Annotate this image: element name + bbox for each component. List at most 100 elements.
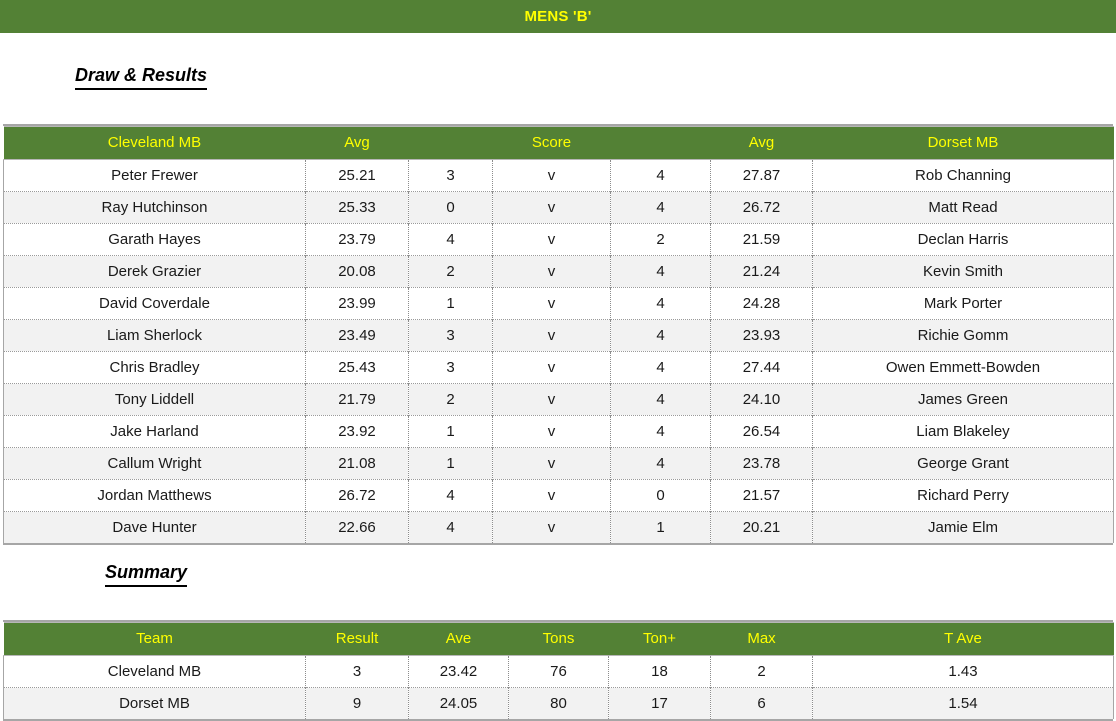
cell-away-score: 0	[610, 479, 711, 512]
cell-away-avg: 24.28	[710, 287, 813, 320]
cell-ton-plus: 17	[608, 687, 711, 719]
cell-away-avg: 26.54	[710, 415, 813, 448]
col-header-away-avg: Avg	[710, 126, 813, 160]
cell-home-player: Ray Hutchinson	[3, 191, 306, 224]
cell-team: Dorset MB	[3, 687, 306, 719]
cell-home-score: 4	[408, 511, 493, 543]
page-title: MENS 'B'	[524, 8, 592, 25]
cell-away-score: 1	[610, 511, 711, 543]
cell-tons: 76	[508, 655, 609, 688]
cell-away-player: Jamie Elm	[812, 511, 1114, 543]
table-row: Liam Sherlock 23.49 3 v 4 23.93 Richie Gomm	[3, 319, 1114, 352]
col-header-home-avg: Avg	[305, 126, 409, 160]
draw-results-heading-wrap: Draw & Results	[75, 65, 208, 90]
cell-away-player: Owen Emmett-Bowden	[812, 351, 1114, 384]
cell-away-avg: 20.21	[710, 511, 813, 543]
cell-away-avg: 21.59	[710, 223, 813, 256]
col-header-blank-left	[408, 126, 493, 160]
cell-home-score: 1	[408, 287, 493, 320]
draw-table-header-row: Cleveland MB Avg Score Avg Dorset MB	[3, 126, 1114, 160]
table-row: Cleveland MB 3 23.42 76 18 2 1.43	[3, 655, 1114, 688]
cell-ave: 23.42	[408, 655, 509, 688]
col-header-team: Team	[3, 622, 306, 656]
cell-away-score: 4	[610, 351, 711, 384]
cell-home-avg: 25.21	[305, 159, 409, 192]
cell-home-score: 4	[408, 223, 493, 256]
cell-versus: v	[492, 447, 611, 480]
cell-home-player: Jake Harland	[3, 415, 306, 448]
table-row: Jake Harland 23.92 1 v 4 26.54 Liam Blakeley	[3, 415, 1114, 448]
cell-away-player: George Grant	[812, 447, 1114, 480]
cell-versus: v	[492, 255, 611, 288]
col-header-max: Max	[710, 622, 813, 656]
cell-away-score: 4	[610, 255, 711, 288]
cell-home-player: Peter Frewer	[3, 159, 306, 192]
cell-versus: v	[492, 479, 611, 512]
col-header-ton-plus: Ton+	[608, 622, 711, 656]
cell-away-score: 4	[610, 383, 711, 416]
summary-heading: Summary	[105, 562, 188, 587]
cell-away-avg: 27.44	[710, 351, 813, 384]
cell-away-player: Declan Harris	[812, 223, 1114, 256]
cell-home-avg: 20.08	[305, 255, 409, 288]
cell-away-player: Matt Read	[812, 191, 1114, 224]
col-header-t-ave: T Ave	[812, 622, 1114, 656]
cell-home-player: Chris Bradley	[3, 351, 306, 384]
cell-away-avg: 27.87	[710, 159, 813, 192]
cell-home-score: 1	[408, 415, 493, 448]
cell-ave: 24.05	[408, 687, 509, 719]
table-row: Garath Hayes 23.79 4 v 2 21.59 Declan Harris	[3, 223, 1114, 256]
cell-home-avg: 23.49	[305, 319, 409, 352]
table-row: David Coverdale 23.99 1 v 4 24.28 Mark Porter	[3, 287, 1114, 320]
cell-home-score: 3	[408, 351, 493, 384]
cell-home-score: 1	[408, 447, 493, 480]
cell-away-score: 4	[610, 415, 711, 448]
cell-home-score: 3	[408, 159, 493, 192]
cell-home-score: 3	[408, 319, 493, 352]
cell-away-score: 4	[610, 159, 711, 192]
cell-tons: 80	[508, 687, 609, 719]
cell-away-score: 4	[610, 191, 711, 224]
cell-versus: v	[492, 511, 611, 543]
cell-away-player: Richard Perry	[812, 479, 1114, 512]
cell-home-player: Derek Grazier	[3, 255, 306, 288]
cell-away-score: 4	[610, 319, 711, 352]
cell-home-score: 0	[408, 191, 493, 224]
draw-results-table-wrap: Cleveland MB Avg Score Avg Dorset MB Pet…	[3, 124, 1114, 545]
cell-home-avg: 25.43	[305, 351, 409, 384]
col-header-score: Score	[492, 126, 611, 160]
cell-versus: v	[492, 287, 611, 320]
cell-max: 2	[710, 655, 813, 688]
cell-away-avg: 23.78	[710, 447, 813, 480]
cell-home-avg: 23.79	[305, 223, 409, 256]
cell-home-avg: 25.33	[305, 191, 409, 224]
cell-away-player: Kevin Smith	[812, 255, 1114, 288]
cell-away-player: Rob Channing	[812, 159, 1114, 192]
cell-max: 6	[710, 687, 813, 719]
cell-versus: v	[492, 319, 611, 352]
cell-home-avg: 26.72	[305, 479, 409, 512]
cell-away-avg: 23.93	[710, 319, 813, 352]
cell-home-player: Jordan Matthews	[3, 479, 306, 512]
cell-home-avg: 21.79	[305, 383, 409, 416]
col-header-result: Result	[305, 622, 409, 656]
cell-home-score: 2	[408, 255, 493, 288]
cell-result: 9	[305, 687, 409, 719]
summary-table: Team Result Ave Tons Ton+ Max T Ave Clev…	[3, 622, 1114, 719]
cell-away-avg: 24.10	[710, 383, 813, 416]
cell-away-avg: 21.24	[710, 255, 813, 288]
cell-home-player: David Coverdale	[3, 287, 306, 320]
cell-home-player: Garath Hayes	[3, 223, 306, 256]
cell-versus: v	[492, 383, 611, 416]
col-header-tons: Tons	[508, 622, 609, 656]
table-row: Jordan Matthews 26.72 4 v 0 21.57 Richard Perr…	[3, 479, 1114, 512]
table-row: Dorset MB 9 24.05 80 17 6 1.54	[3, 687, 1114, 719]
cell-home-player: Liam Sherlock	[3, 319, 306, 352]
cell-result: 3	[305, 655, 409, 688]
cell-home-avg: 21.08	[305, 447, 409, 480]
cell-home-player: Tony Liddell	[3, 383, 306, 416]
table-row: Callum Wright 21.08 1 v 4 23.78 George Grant	[3, 447, 1114, 480]
cell-away-player: Richie Gomm	[812, 319, 1114, 352]
cell-home-score: 4	[408, 479, 493, 512]
draw-table-body: Peter Frewer 25.21 3 v 4 27.87 Rob Channing Ray…	[3, 159, 1114, 543]
